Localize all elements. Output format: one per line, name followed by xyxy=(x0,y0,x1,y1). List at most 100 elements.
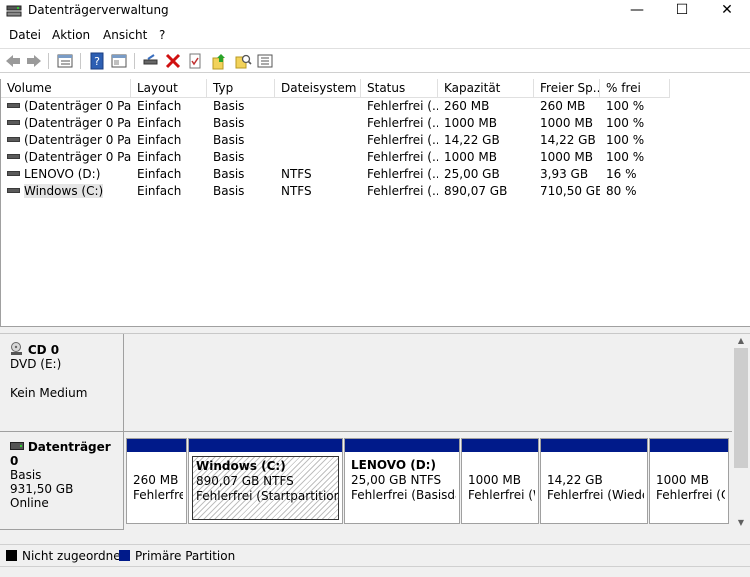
volume-icon xyxy=(7,188,20,193)
primary-partition-bar xyxy=(650,439,728,452)
column-header-typ[interactable]: Typ xyxy=(207,79,275,98)
table-row[interactable]: (Datenträger 0 Par... Einfach Basis Fehl… xyxy=(1,149,750,166)
disk-status: Online xyxy=(10,496,49,510)
cell-typ: Basis xyxy=(213,184,245,198)
delete-x-icon[interactable] xyxy=(164,52,182,70)
primary-partition-bar xyxy=(345,439,459,452)
disk-info-panel[interactable]: Datenträger 0 Basis 931,50 GB Online xyxy=(0,432,124,530)
minimize-button[interactable]: — xyxy=(615,0,659,22)
properties-list-icon[interactable] xyxy=(256,52,274,70)
partition-status: Fehlerfrei (Startpartition, Au xyxy=(196,489,339,503)
menu-aktion[interactable]: Aktion xyxy=(52,28,90,42)
cell-volume: LENOVO (D:) xyxy=(1,166,131,183)
cell-kapazitaet: 890,07 GB xyxy=(444,184,508,198)
partition-block-windows[interactable]: Windows (C:) 890,07 GB NTFS Fehlerfrei (… xyxy=(188,438,343,524)
volume-icon xyxy=(7,154,20,159)
table-row[interactable]: (Datenträger 0 Par... Einfach Basis Fehl… xyxy=(1,98,750,115)
partition-block[interactable]: 1000 MB Fehlerfrei (O xyxy=(649,438,729,524)
volume-name: (Datenträger 0 Par... xyxy=(24,150,131,164)
column-header-kapazitaet[interactable]: Kapazität xyxy=(438,79,534,98)
unallocated-swatch xyxy=(6,550,17,561)
cell-volume: (Datenträger 0 Par... xyxy=(1,132,131,149)
cell-prozent-frei: 16 % xyxy=(606,167,637,181)
up-folder-icon[interactable] xyxy=(210,52,228,70)
menu-help[interactable]: ? xyxy=(159,28,165,42)
volume-name: LENOVO (D:) xyxy=(24,167,101,181)
cell-dateisystem: NTFS xyxy=(281,184,312,198)
list-view-icon[interactable] xyxy=(56,52,74,70)
connect-drive-icon[interactable] xyxy=(142,52,160,70)
horizontal-scrollbar[interactable] xyxy=(0,530,750,544)
column-header-prozent-frei[interactable]: % frei xyxy=(600,79,670,98)
close-button[interactable]: ✕ xyxy=(705,0,749,22)
partition-status: Fehlerfrei (Wieder xyxy=(547,488,644,502)
partition-block-lenovo[interactable]: LENOVO (D:) 25,00 GB NTFS Fehlerfrei (Ba… xyxy=(344,438,460,524)
vertical-scrollbar[interactable]: ▲ ▼ xyxy=(732,334,750,530)
vertical-scroll-thumb[interactable] xyxy=(734,348,748,468)
column-header-volume[interactable]: Volume xyxy=(1,79,131,98)
cell-volume: Windows (C:) xyxy=(1,183,131,200)
status-bar xyxy=(0,566,750,577)
partition-status: Fehlerfrei (O xyxy=(656,488,725,502)
disk-size: 931,50 GB xyxy=(10,482,74,496)
cell-layout: Einfach xyxy=(137,184,182,198)
column-header-layout[interactable]: Layout xyxy=(131,79,207,98)
scroll-down-arrow-icon[interactable]: ▼ xyxy=(732,516,750,530)
pane-splitter[interactable] xyxy=(0,326,750,334)
hard-disk-icon xyxy=(10,442,24,450)
cell-typ: Basis xyxy=(213,116,245,130)
cd-drive-icon xyxy=(11,342,22,355)
partition-body: 14,22 GB Fehlerfrei (Wieder xyxy=(544,456,644,520)
column-header-status[interactable]: Status xyxy=(361,79,438,98)
check-document-icon[interactable] xyxy=(186,52,204,70)
maximize-button[interactable]: ☐ xyxy=(660,0,704,22)
menu-ansicht[interactable]: Ansicht xyxy=(103,28,147,42)
disk-graphical-view: CD 0 DVD (E:) Kein Medium Datenträger 0 … xyxy=(0,334,732,530)
cd-info-panel[interactable]: CD 0 DVD (E:) Kein Medium xyxy=(0,334,124,432)
properties-window-icon[interactable] xyxy=(110,52,128,70)
partition-size: 14,22 GB xyxy=(547,473,603,487)
partition-name xyxy=(133,458,183,473)
cell-dateisystem xyxy=(275,132,361,149)
partition-size: 25,00 GB NTFS xyxy=(351,473,442,487)
cell-typ: Basis xyxy=(213,167,245,181)
table-row[interactable]: (Datenträger 0 Par... Einfach Basis Fehl… xyxy=(1,132,750,149)
forward-arrow-icon[interactable] xyxy=(25,52,43,70)
table-row[interactable]: (Datenträger 0 Par... Einfach Basis Fehl… xyxy=(1,115,750,132)
disk-title: Datenträger 0 xyxy=(10,440,111,468)
table-row[interactable]: LENOVO (D:) Einfach Basis NTFS Fehlerfre… xyxy=(1,166,750,183)
table-row[interactable]: Windows (C:) Einfach Basis NTFS Fehlerfr… xyxy=(1,183,750,200)
search-folder-icon[interactable] xyxy=(234,52,252,70)
cell-status: Fehlerfrei (... xyxy=(367,167,438,181)
toolbar: ? xyxy=(0,48,750,73)
partition-block[interactable]: 260 MB Fehlerfre xyxy=(126,438,187,524)
cell-prozent-frei: 100 % xyxy=(606,150,645,164)
cell-freier-speicher: 260 MB xyxy=(540,99,586,113)
partition-size: 260 MB xyxy=(133,473,179,487)
menu-datei[interactable]: Datei xyxy=(9,28,41,42)
cell-volume: (Datenträger 0 Par... xyxy=(1,98,131,115)
cd-partition-area xyxy=(124,334,732,432)
partition-block[interactable]: 14,22 GB Fehlerfrei (Wieder xyxy=(540,438,648,524)
volume-name: (Datenträger 0 Par... xyxy=(24,133,131,147)
cell-layout: Einfach xyxy=(137,167,182,181)
partition-body-selected: Windows (C:) 890,07 GB NTFS Fehlerfrei (… xyxy=(192,456,339,520)
partition-body: 260 MB Fehlerfre xyxy=(130,456,183,520)
volume-icon xyxy=(7,171,20,176)
scroll-up-arrow-icon[interactable]: ▲ xyxy=(732,334,750,348)
cell-typ: Basis xyxy=(213,133,245,147)
partition-block[interactable]: 1000 MB Fehlerfrei (W xyxy=(461,438,539,524)
partition-status: Fehlerfrei (W xyxy=(468,488,535,502)
back-arrow-icon[interactable] xyxy=(4,52,22,70)
column-header-dateisystem[interactable]: Dateisystem xyxy=(275,79,361,98)
partition-name xyxy=(547,458,644,473)
volume-list[interactable]: Volume Layout Typ Dateisystem Status Kap… xyxy=(0,79,750,326)
help-icon[interactable]: ? xyxy=(88,52,106,70)
legend-unallocated: Nicht zugeordnet xyxy=(22,549,126,563)
partition-size: 1000 MB xyxy=(468,473,521,487)
cell-kapazitaet: 14,22 GB xyxy=(444,133,500,147)
cell-dateisystem: NTFS xyxy=(281,167,312,181)
volume-icon xyxy=(7,103,20,108)
column-header-freier-speicher[interactable]: Freier Sp... xyxy=(534,79,600,98)
partition-size: 890,07 GB NTFS xyxy=(196,474,294,488)
